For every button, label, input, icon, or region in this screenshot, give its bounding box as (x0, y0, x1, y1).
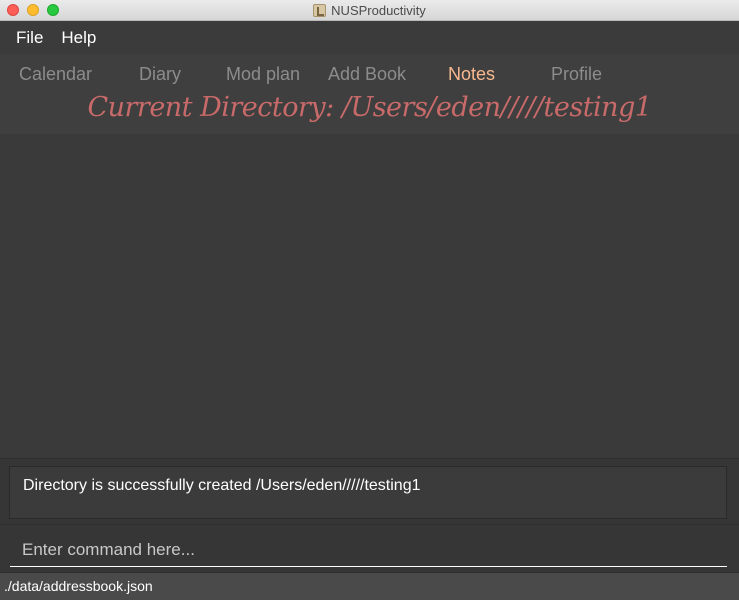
status-bar: ./data/addressbook.json (0, 572, 739, 600)
zoom-window-button[interactable] (47, 4, 59, 16)
command-panel (0, 524, 739, 572)
title-bar: NUSProductivity (0, 0, 739, 21)
close-window-button[interactable] (7, 4, 19, 16)
menu-file[interactable]: File (16, 28, 43, 48)
window-title-group: NUSProductivity (313, 3, 426, 18)
menu-help[interactable]: Help (61, 28, 96, 48)
window-title: NUSProductivity (331, 2, 426, 18)
data-file-path: ./data/addressbook.json (4, 578, 153, 594)
tab-calendar[interactable]: Calendar (19, 64, 92, 85)
tab-add-book[interactable]: Add Book (328, 64, 406, 85)
window-controls (7, 4, 59, 16)
tab-mod-plan[interactable]: Mod plan (226, 64, 300, 85)
minimize-window-button[interactable] (27, 4, 39, 16)
result-display: Directory is successfully created /Users… (9, 466, 727, 519)
tab-diary[interactable]: Diary (139, 64, 181, 85)
result-message: Directory is successfully created /Users… (23, 477, 421, 494)
notes-content-area (0, 134, 739, 458)
result-panel: Directory is successfully created /Users… (0, 458, 739, 524)
tab-notes[interactable]: Notes (448, 64, 495, 85)
app-icon (313, 3, 327, 17)
current-directory-label: Current Directory: /Users/eden/////testi… (87, 92, 652, 123)
tab-panel: Calendar Diary Mod plan Add Book Notes P… (0, 54, 739, 134)
command-input[interactable] (10, 533, 727, 567)
tab-profile[interactable]: Profile (551, 64, 602, 85)
menu-bar: File Help (0, 21, 739, 54)
